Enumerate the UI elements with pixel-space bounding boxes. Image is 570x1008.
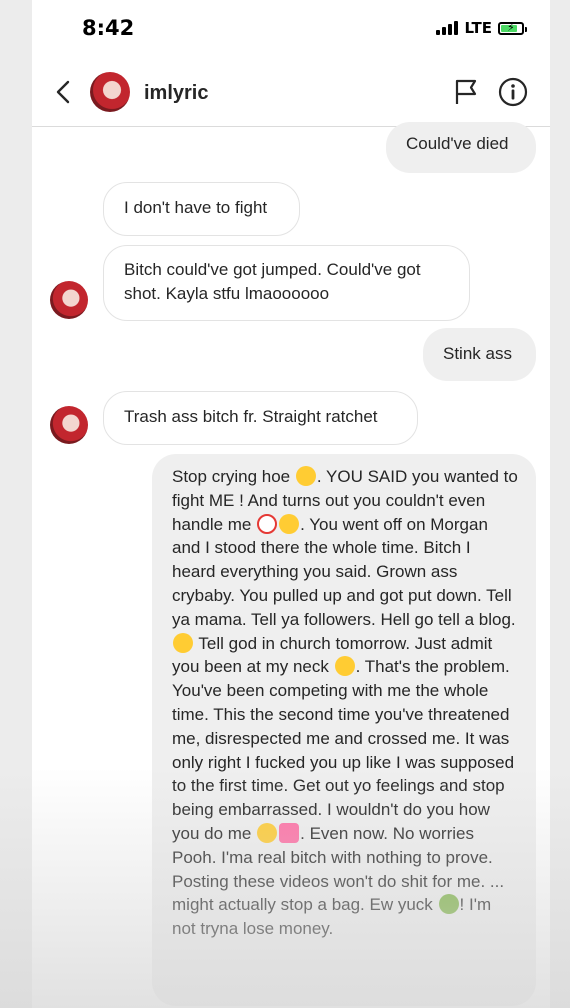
message-text: Bitch could've got jumped. Could've got …: [124, 260, 421, 303]
message-text: I don't have to fight: [124, 198, 268, 217]
conversation-header: imlyric: [32, 60, 550, 127]
tongue-out-emoji-icon: [257, 822, 278, 843]
network-type: LTE: [464, 19, 492, 37]
message-bubble-incoming[interactable]: Trash ass bitch fr. Straight ratchet: [103, 391, 418, 445]
message-text: Stink ass: [443, 344, 512, 363]
flag-icon[interactable]: [452, 78, 480, 106]
message-bubble-outgoing[interactable]: Stink ass: [423, 328, 536, 381]
message-bubble-incoming[interactable]: Bitch could've got jumped. Could've got …: [103, 245, 470, 321]
nauseated-face-emoji-icon: [438, 894, 459, 915]
winking-face-emoji-icon: [295, 466, 316, 486]
message-text: Trash ass bitch fr. Straight ratchet: [124, 407, 378, 426]
zipper-mouth-emoji-icon: [173, 632, 193, 653]
username[interactable]: imlyric: [144, 82, 208, 105]
info-icon[interactable]: [498, 77, 528, 107]
signal-icon: [436, 21, 459, 35]
message-bubble-incoming[interactable]: I don't have to fight: [103, 182, 300, 236]
avatar[interactable]: [50, 281, 88, 319]
raised-eyebrow-emoji-icon: [334, 656, 355, 677]
avatar[interactable]: [90, 72, 130, 112]
back-chevron-icon[interactable]: [50, 78, 78, 106]
clown-face-emoji-icon: [257, 513, 278, 534]
rolling-laughing-emoji-icon: [279, 513, 300, 534]
status-time: 8:42: [82, 16, 135, 40]
avatar[interactable]: [50, 406, 88, 444]
message-text-part: . That's the problem. You've been compet…: [172, 657, 515, 843]
heart-ribbon-emoji-icon: [279, 822, 300, 843]
message-bubble-outgoing[interactable]: Could've died: [386, 122, 536, 173]
message-text-part: Stop crying hoe: [172, 467, 291, 486]
message-text: Could've died: [406, 134, 509, 153]
battery-charging-icon: ⚡: [498, 21, 527, 35]
message-bubble-outgoing[interactable]: Stop crying hoe . YOU SAID you wanted to…: [152, 454, 536, 1006]
status-indicators: LTE ⚡: [436, 19, 527, 37]
